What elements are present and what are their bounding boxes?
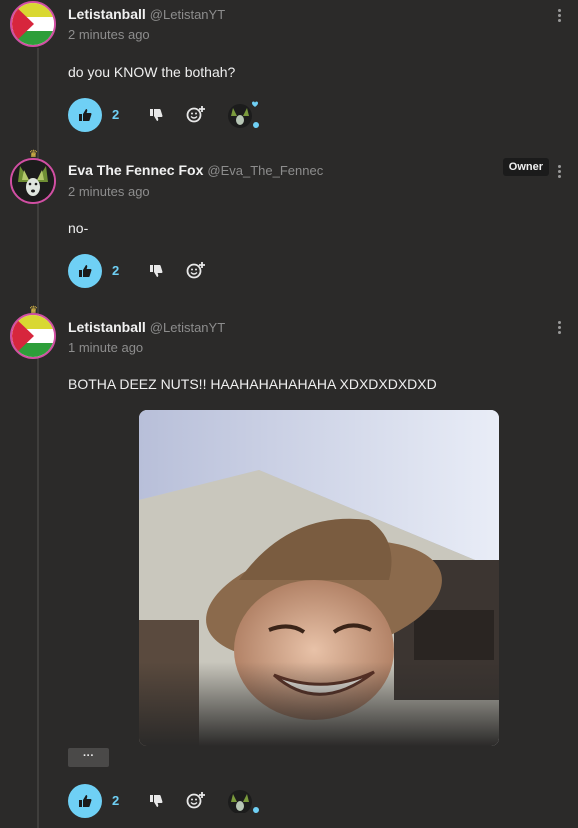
avatar[interactable]: [10, 158, 56, 204]
author-name-text[interactable]: Letistanball: [68, 319, 146, 335]
author-handle[interactable]: @LetistanYT: [150, 7, 225, 22]
reaction-avatar[interactable]: [225, 100, 259, 130]
more-options-icon[interactable]: [558, 321, 562, 336]
author-name[interactable]: Eva The Fennec Fox @Eva_The_Fennec: [68, 162, 323, 178]
more-options-icon[interactable]: [558, 165, 562, 180]
thumbs-up-icon: [79, 795, 92, 807]
flag-avatar-icon: [12, 315, 54, 357]
author-name-text[interactable]: Eva The Fennec Fox: [68, 162, 203, 178]
thumbs-up-icon: [79, 109, 92, 121]
like-count: 2: [112, 793, 120, 808]
thumbs-down-icon: [150, 795, 163, 807]
gif-image: [139, 410, 499, 746]
add-emoji-icon: [186, 792, 205, 809]
owner-badge: Owner: [502, 158, 549, 176]
timestamp[interactable]: 2 minutes ago: [68, 27, 150, 42]
author-name[interactable]: Letistanball @LetistanYT: [68, 6, 225, 22]
author-handle[interactable]: @LetistanYT: [150, 320, 225, 335]
add-emoji-icon: [186, 262, 205, 279]
dislike-button[interactable]: [149, 108, 165, 124]
timestamp[interactable]: 2 minutes ago: [68, 184, 150, 199]
thumbs-up-icon: [79, 265, 92, 277]
like-button[interactable]: [68, 254, 102, 288]
reaction-avatar[interactable]: [225, 786, 259, 816]
comment-text: do you KNOW the bothah?: [68, 64, 236, 80]
author-handle[interactable]: @Eva_The_Fennec: [207, 163, 323, 178]
author-name-text[interactable]: Letistanball: [68, 6, 146, 22]
avatar[interactable]: [10, 1, 56, 47]
add-reaction-button[interactable]: [186, 261, 206, 279]
fennec-avatar-icon: [12, 160, 54, 202]
crown-icon: ♛: [29, 149, 38, 160]
add-reaction-button[interactable]: [186, 791, 206, 809]
flag-avatar-icon: [12, 3, 54, 45]
fennec-reaction-icon: [228, 101, 259, 128]
author-name[interactable]: Letistanball @LetistanYT: [68, 319, 225, 335]
avatar[interactable]: [10, 313, 56, 359]
crown-icon: ♛: [29, 305, 38, 316]
attached-gif[interactable]: [139, 410, 499, 746]
thumbs-down-icon: [150, 265, 163, 277]
comment-text: no-: [68, 220, 89, 236]
more-options-icon[interactable]: [558, 9, 562, 24]
comment-text: BOTHA DEEZ NUTS!! HAAHAHAHAHAHA XDXDXDXD…: [68, 376, 437, 392]
dislike-button[interactable]: [149, 794, 165, 810]
timestamp[interactable]: 1 minute ago: [68, 340, 143, 355]
more-button[interactable]: ···: [68, 748, 109, 767]
add-reaction-button[interactable]: [186, 105, 206, 123]
thumbs-down-icon: [150, 109, 163, 121]
add-emoji-icon: [186, 106, 205, 123]
like-count: 2: [112, 263, 120, 278]
like-count: 2: [112, 107, 120, 122]
fennec-reaction-icon: [228, 790, 259, 814]
like-button[interactable]: [68, 98, 102, 132]
dislike-button[interactable]: [149, 264, 165, 280]
